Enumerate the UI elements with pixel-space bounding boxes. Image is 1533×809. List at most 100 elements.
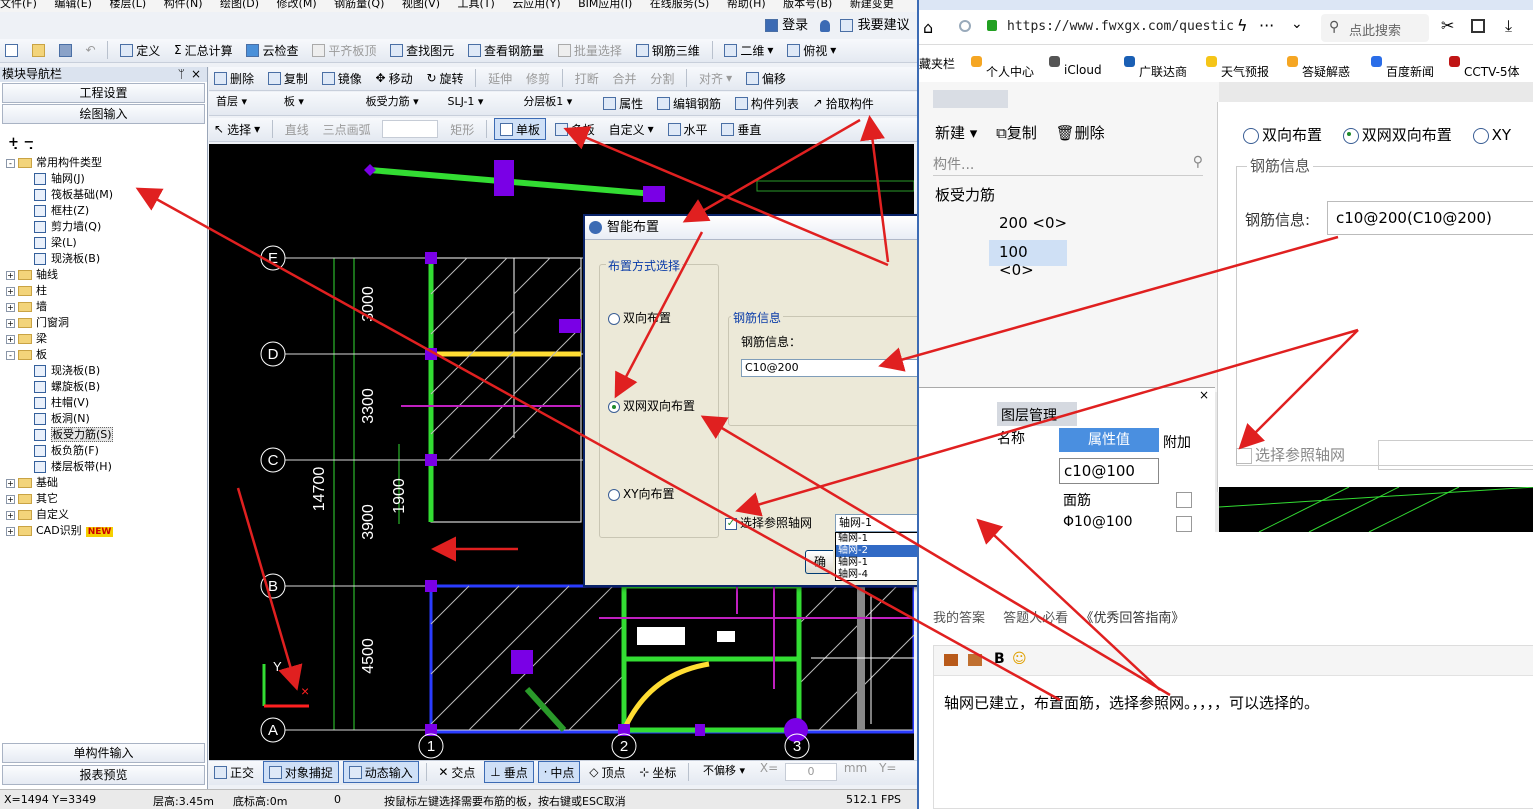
type-select[interactable]: 板受力筋 ▾ — [362, 94, 434, 112]
new-file-button[interactable] — [0, 39, 23, 61]
tree-item[interactable]: 梁(L) — [34, 235, 77, 251]
collapse-icon[interactable]: - — [6, 350, 15, 360]
mirror-button[interactable]: 镜像 — [317, 67, 367, 89]
expand-icon[interactable]: + — [6, 478, 15, 488]
bookmark-item[interactable]: CCTV-5体 — [1449, 55, 1520, 77]
bookmark-item[interactable]: 个人中心 — [971, 55, 1034, 77]
expand-collapse-icons[interactable]: +̣ −̣ — [8, 135, 34, 150]
scissors-icon[interactable]: ✂ — [1441, 16, 1454, 35]
ref-grid-select[interactable]: 轴网-1 ▼ — [835, 514, 917, 532]
radio-bidirectional[interactable] — [608, 312, 620, 325]
flat-top-button[interactable]: 平齐板顶 — [307, 39, 381, 61]
ref-grid-option[interactable]: 轴网-1 — [836, 557, 917, 569]
vertical-button[interactable]: 垂直 — [716, 118, 766, 140]
ok-button[interactable]: 确 — [805, 550, 833, 574]
tree-folder[interactable]: + 梁 — [6, 331, 47, 347]
open-file-button[interactable] — [27, 39, 50, 61]
cloud-check-button[interactable]: 云检查 — [241, 39, 303, 61]
tree-item[interactable]: 框柱(Z) — [34, 203, 89, 219]
tree-folder[interactable]: + 柱 — [6, 283, 47, 299]
multi-slab-button[interactable]: 多板 — [550, 118, 600, 140]
expand-icon[interactable]: + — [6, 494, 15, 504]
tree-item[interactable]: 螺旋板(B) — [34, 379, 100, 395]
ref-grid-checkbox-row[interactable]: ✓ 选择参照轴网 — [725, 514, 812, 531]
view-rebar-button[interactable]: 查看钢筋量 — [463, 39, 549, 61]
midpoint-snap[interactable]: · 中点 — [537, 761, 581, 783]
bookmark-folder[interactable]: 藏夹栏 — [919, 55, 955, 72]
offset-button[interactable]: 偏移 — [741, 67, 791, 89]
menu-help[interactable]: 帮助(H) — [727, 0, 766, 11]
pin-icon[interactable]: ᛘ — [178, 67, 185, 82]
tree-item[interactable]: 柱帽(V) — [34, 395, 89, 411]
offset-mode-select[interactable]: 不偏移 ▾ — [699, 763, 749, 781]
expand-icon[interactable]: + — [6, 526, 15, 536]
line-tool-button[interactable]: 直线 — [280, 118, 314, 140]
expand-icon[interactable]: + — [6, 302, 15, 312]
batch-select-button[interactable]: 批量选择 — [553, 39, 627, 61]
tree-item[interactable]: 现浇板(B) — [34, 363, 100, 379]
tree-item[interactable]: 板负筋(F) — [34, 443, 99, 459]
move-button[interactable]: ✥ 移动 — [371, 67, 418, 89]
suggest-link[interactable]: 我要建议 — [858, 18, 910, 33]
tree-item[interactable]: 筏板基础(M) — [34, 187, 113, 203]
tree-folder[interactable]: + 其它 — [6, 491, 58, 507]
menu-view[interactable]: 视图(V) — [402, 0, 440, 11]
x-input[interactable]: 0 — [785, 763, 838, 781]
menu-rebar[interactable]: 钢筋量(Q) — [334, 0, 384, 11]
gallery-icon[interactable] — [968, 654, 982, 666]
url-text[interactable]: https://www.fwxgx.com/questic — [1007, 19, 1234, 34]
merge-button[interactable]: 合并 — [608, 67, 642, 89]
menu-online[interactable]: 在线服务(S) — [650, 0, 710, 11]
arc-tool-button[interactable]: 三点画弧 — [318, 118, 376, 140]
tree-folder[interactable]: + CAD识别 NEW — [6, 523, 114, 539]
guide-link[interactable]: 《优秀回答指南》 — [1080, 611, 1184, 626]
tree-folder[interactable]: + 墙 — [6, 299, 47, 315]
single-slab-button[interactable]: 单板 — [493, 118, 546, 140]
tree-folder[interactable]: - 常用构件类型 — [6, 155, 102, 171]
rebar-3d-button[interactable]: 钢筋三维 — [631, 39, 705, 61]
menu-tools[interactable]: 工具(T) — [458, 0, 495, 11]
expand-icon[interactable]: + — [6, 270, 15, 280]
bookmark-item[interactable]: 答疑解惑 — [1287, 55, 1350, 77]
split-button[interactable]: 分割 — [645, 67, 679, 89]
bolt-icon[interactable]: ϟ — [1237, 16, 1248, 35]
ortho-toggle[interactable]: 正交 — [209, 761, 259, 783]
tree-item[interactable]: 板洞(N) — [34, 411, 90, 427]
edit-rebar-button[interactable]: 编辑钢筋 — [652, 92, 726, 114]
ref-grid-option[interactable]: 轴网-2 — [836, 545, 917, 557]
floor-select[interactable]: 首层 ▾ — [212, 94, 270, 112]
tree-item[interactable]: 现浇板(B) — [34, 251, 100, 267]
define-button[interactable]: 定义 — [115, 39, 165, 61]
expand-icon[interactable]: + — [6, 318, 15, 328]
layer-select[interactable]: 分层板1 ▾ — [519, 94, 591, 112]
align-button[interactable]: 对齐 ▾ — [694, 67, 737, 89]
close-icon[interactable]: × — [191, 67, 201, 82]
my-answer-link[interactable]: 我的答案 — [933, 611, 985, 626]
save-button[interactable] — [54, 39, 77, 61]
login-link[interactable]: 登录 — [782, 18, 808, 33]
expand-icon[interactable]: + — [6, 334, 15, 344]
name-select[interactable]: SLJ-1 ▾ — [443, 94, 509, 112]
undo-button[interactable]: ↶ — [80, 39, 100, 61]
bookmark-item[interactable]: 百度新闻 — [1371, 55, 1434, 77]
mode-2d-select[interactable]: 二维 ▾ — [719, 39, 778, 61]
category-select[interactable]: 板 ▾ — [280, 94, 352, 112]
menu-bim[interactable]: BIM应用(I) — [578, 0, 632, 11]
ref-grid-checkbox[interactable]: ✓ — [725, 517, 737, 530]
image-icon[interactable] — [944, 654, 958, 666]
menu-new-change[interactable]: 新建变更 — [850, 0, 894, 11]
report-button[interactable]: 报表预览 — [2, 765, 205, 785]
select-tool-button[interactable]: ↖ 选择 ▾ — [209, 118, 265, 140]
coord-snap[interactable]: ⊹ 坐标 — [634, 761, 681, 783]
must-read-link[interactable]: 答题人必看 — [1003, 611, 1068, 626]
menu-draw[interactable]: 绘图(D) — [220, 0, 259, 11]
menu-cloud[interactable]: 云应用(Y) — [512, 0, 560, 11]
menu-floor[interactable]: 楼层(L) — [109, 0, 146, 11]
tree-item[interactable]: 楼层板带(H) — [34, 459, 112, 475]
menu-modify[interactable]: 修改(M) — [277, 0, 317, 11]
intersection-snap[interactable]: ✕ 交点 — [433, 761, 480, 783]
search-box[interactable]: ⚲ 点此搜索 — [1321, 14, 1429, 42]
dialog-title-bar[interactable]: 智能布置 ✕ — [585, 216, 917, 240]
chevron-down-icon[interactable]: ⌄ — [1291, 16, 1303, 32]
component-list-button[interactable]: 构件列表 — [730, 92, 804, 114]
